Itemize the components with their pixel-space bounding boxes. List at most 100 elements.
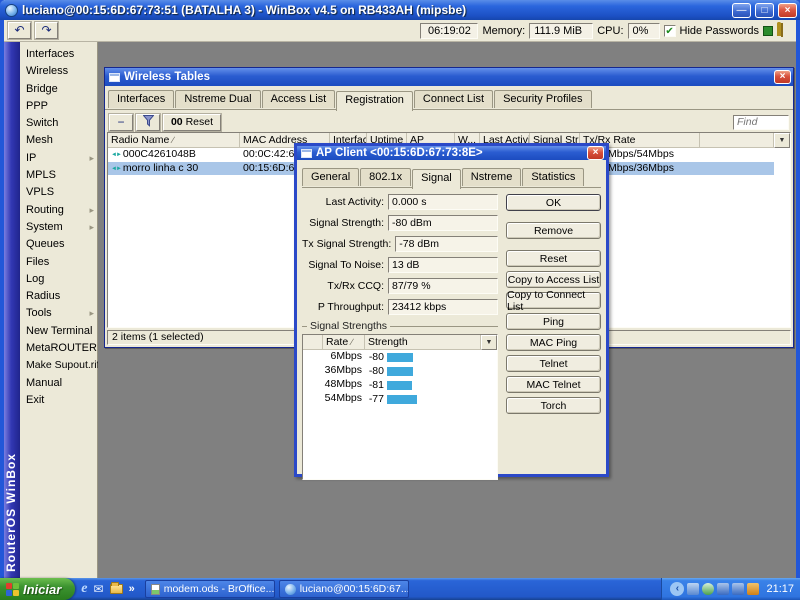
sidebar-item-routing[interactable]: Routing ▸ [20,202,97,219]
quick-launch-more-icon[interactable]: » [129,583,135,595]
main-titlebar[interactable]: luciano@00:15:6D:67:73:51 (BATALHA 3) - … [0,0,800,20]
filter-icon[interactable] [135,112,161,132]
col-radio-name[interactable]: Radio Name ∕ [108,133,240,148]
sidebar-item-bridge[interactable]: Bridge [20,81,97,98]
tray-window-icon[interactable] [687,583,700,595]
column-dropdown-icon[interactable]: ▼ [774,133,790,148]
folder-icon[interactable] [109,582,123,594]
mail-icon[interactable]: ✉ [94,582,104,596]
ss-col-icon [303,335,323,350]
cpu-label: CPU: [597,24,624,37]
sidebar-item-tools[interactable]: Tools ▸ [20,305,97,322]
start-button[interactable]: Iniciar [0,578,76,600]
undo-button[interactable]: ↶ [7,21,32,40]
sidebar-item-files[interactable]: Files [20,254,97,271]
ss-row[interactable]: 6Mbps -80 [303,350,497,364]
telnet-button[interactable]: Telnet [506,355,601,372]
sidebar-item-exit[interactable]: Exit [20,392,97,409]
brand-strip: RouterOS WinBox [4,42,20,578]
sidebar-item-log[interactable]: Log [20,271,97,288]
sidebar-item-switch[interactable]: Switch [20,115,97,132]
tx-rx-ccq-label: Tx/Rx CCQ: [327,280,384,292]
main-window-title: luciano@00:15:6D:67:73:51 (BATALHA 3) - … [22,3,467,17]
redo-button[interactable]: ↷ [34,21,59,40]
tab-connect-list[interactable]: Connect List [413,90,494,108]
find-input[interactable] [733,114,789,130]
sidebar-item-ip[interactable]: IP ▸ [20,150,97,167]
tx-signal-strength-value: -78 dBm [395,236,498,252]
tab-general[interactable]: General [302,168,360,186]
ap-client-titlebar[interactable]: AP Client <00:15:6D:67:73:8E> × [297,146,606,160]
last-activity-label: Last Activity: [325,196,384,208]
sidebar-item-manual[interactable]: Manual [20,375,97,392]
ss-column-dropdown-icon[interactable]: ▼ [481,335,497,350]
remove-button[interactable]: Remove [506,222,601,239]
top-toolbar: ↶ ↷ 06:19:02 Memory: 111.9 MiB CPU: 0% ✔… [4,20,796,42]
reset-counters-button[interactable]: 00 Reset [162,112,222,132]
mac-telnet-button[interactable]: MAC Telnet [506,376,601,393]
submenu-arrow-icon: ▸ [89,152,94,163]
winbox-app-icon [5,3,18,17]
sidebar-item-wireless[interactable]: Wireless [20,63,97,80]
wireless-tables-close-button[interactable]: × [774,70,791,84]
tab-nstreme[interactable]: Nstreme [461,168,522,186]
tab-signal[interactable]: Signal [412,169,461,189]
ping-button[interactable]: Ping [506,313,601,330]
taskbar-clock: 21:17 [766,583,794,595]
memory-value: 111.9 MiB [529,22,594,39]
sidebar-item-radius[interactable]: Radius [20,288,97,305]
sidebar-item-mpls[interactable]: MPLS [20,167,97,184]
ss-col-rate[interactable]: Rate ∕ [323,335,365,350]
sidebar-item-queues[interactable]: Queues [20,236,97,253]
task-winbox[interactable]: luciano@00:15:6D:67... [278,580,409,598]
window-icon [109,72,120,82]
system-tray: ‹ 21:17 [661,578,800,600]
copy-to-access-list-button[interactable]: Copy to Access List [506,271,601,288]
internet-explorer-icon[interactable]: e [81,581,87,597]
ss-col-strength[interactable]: Strength [365,335,481,350]
wireless-tables-titlebar[interactable]: Wireless Tables × [105,68,793,86]
sidebar-item-new-terminal[interactable]: New Terminal [20,323,97,340]
hide-passwords-checkbox[interactable]: ✔ [663,24,676,37]
registration-toolbar: − 00 Reset [105,110,793,134]
tab-interfaces[interactable]: Interfaces [108,90,175,108]
ss-row[interactable]: 36Mbps -80 [303,364,497,378]
sidebar-item-interfaces[interactable]: Interfaces [20,46,97,63]
sidebar-item-system[interactable]: System ▸ [20,219,97,236]
p-throughput-label: P Throughput: [317,301,384,313]
winbox-icon [284,583,296,595]
tab-registration[interactable]: Registration [336,91,413,111]
signal-fields: Last Activity: 0.000 s Signal Strength: -8… [302,194,498,480]
tab-statistics[interactable]: Statistics [522,168,585,186]
reset-button[interactable]: Reset [506,250,601,267]
ss-row[interactable]: 48Mbps -81 [303,378,497,392]
sidebar-item-make-supout[interactable]: Make Supout.rif [20,357,100,374]
task-broffice[interactable]: modem.ods - BrOffice... [144,580,275,598]
minimize-button[interactable]: — [732,2,751,18]
tab-access-list[interactable]: Access List [261,90,336,108]
memory-label: Memory: [482,24,526,37]
remove-entry-button[interactable]: − [108,112,134,132]
copy-to-connect-list-button[interactable]: Copy to Connect List [506,289,601,313]
tray-security-icon[interactable] [747,583,760,595]
sidebar-item-ppp[interactable]: PPP [20,98,97,115]
close-button[interactable]: × [778,2,797,18]
tray-collapse-icon[interactable]: ‹ [670,582,685,596]
screen: luciano@00:15:6D:67:73:51 (BATALHA 3) - … [0,0,800,600]
mac-ping-button[interactable]: MAC Ping [506,334,601,351]
maximize-button[interactable]: □ [755,2,774,18]
ap-client-close-button[interactable]: × [587,146,604,160]
tab-8021x[interactable]: 802.1x [360,168,412,186]
ok-button[interactable]: OK [506,194,601,211]
sidebar-item-vpls[interactable]: VPLS [20,184,97,201]
tray-network-icon[interactable] [702,583,715,595]
tab-security-profiles[interactable]: Security Profiles [494,90,592,108]
sidebar-item-mesh[interactable]: Mesh [20,132,97,149]
tray-computer-icon[interactable] [717,583,730,595]
ap-client-title: AP Client <00:15:6D:67:73:8E> [316,147,483,159]
ss-row[interactable]: 54Mbps -77 [303,392,497,406]
tab-nstreme-dual[interactable]: Nstreme Dual [175,90,261,108]
sidebar-item-metarouter[interactable]: MetaROUTER [20,340,97,357]
torch-button[interactable]: Torch [506,397,601,414]
tray-computer-icon[interactable] [732,583,745,595]
